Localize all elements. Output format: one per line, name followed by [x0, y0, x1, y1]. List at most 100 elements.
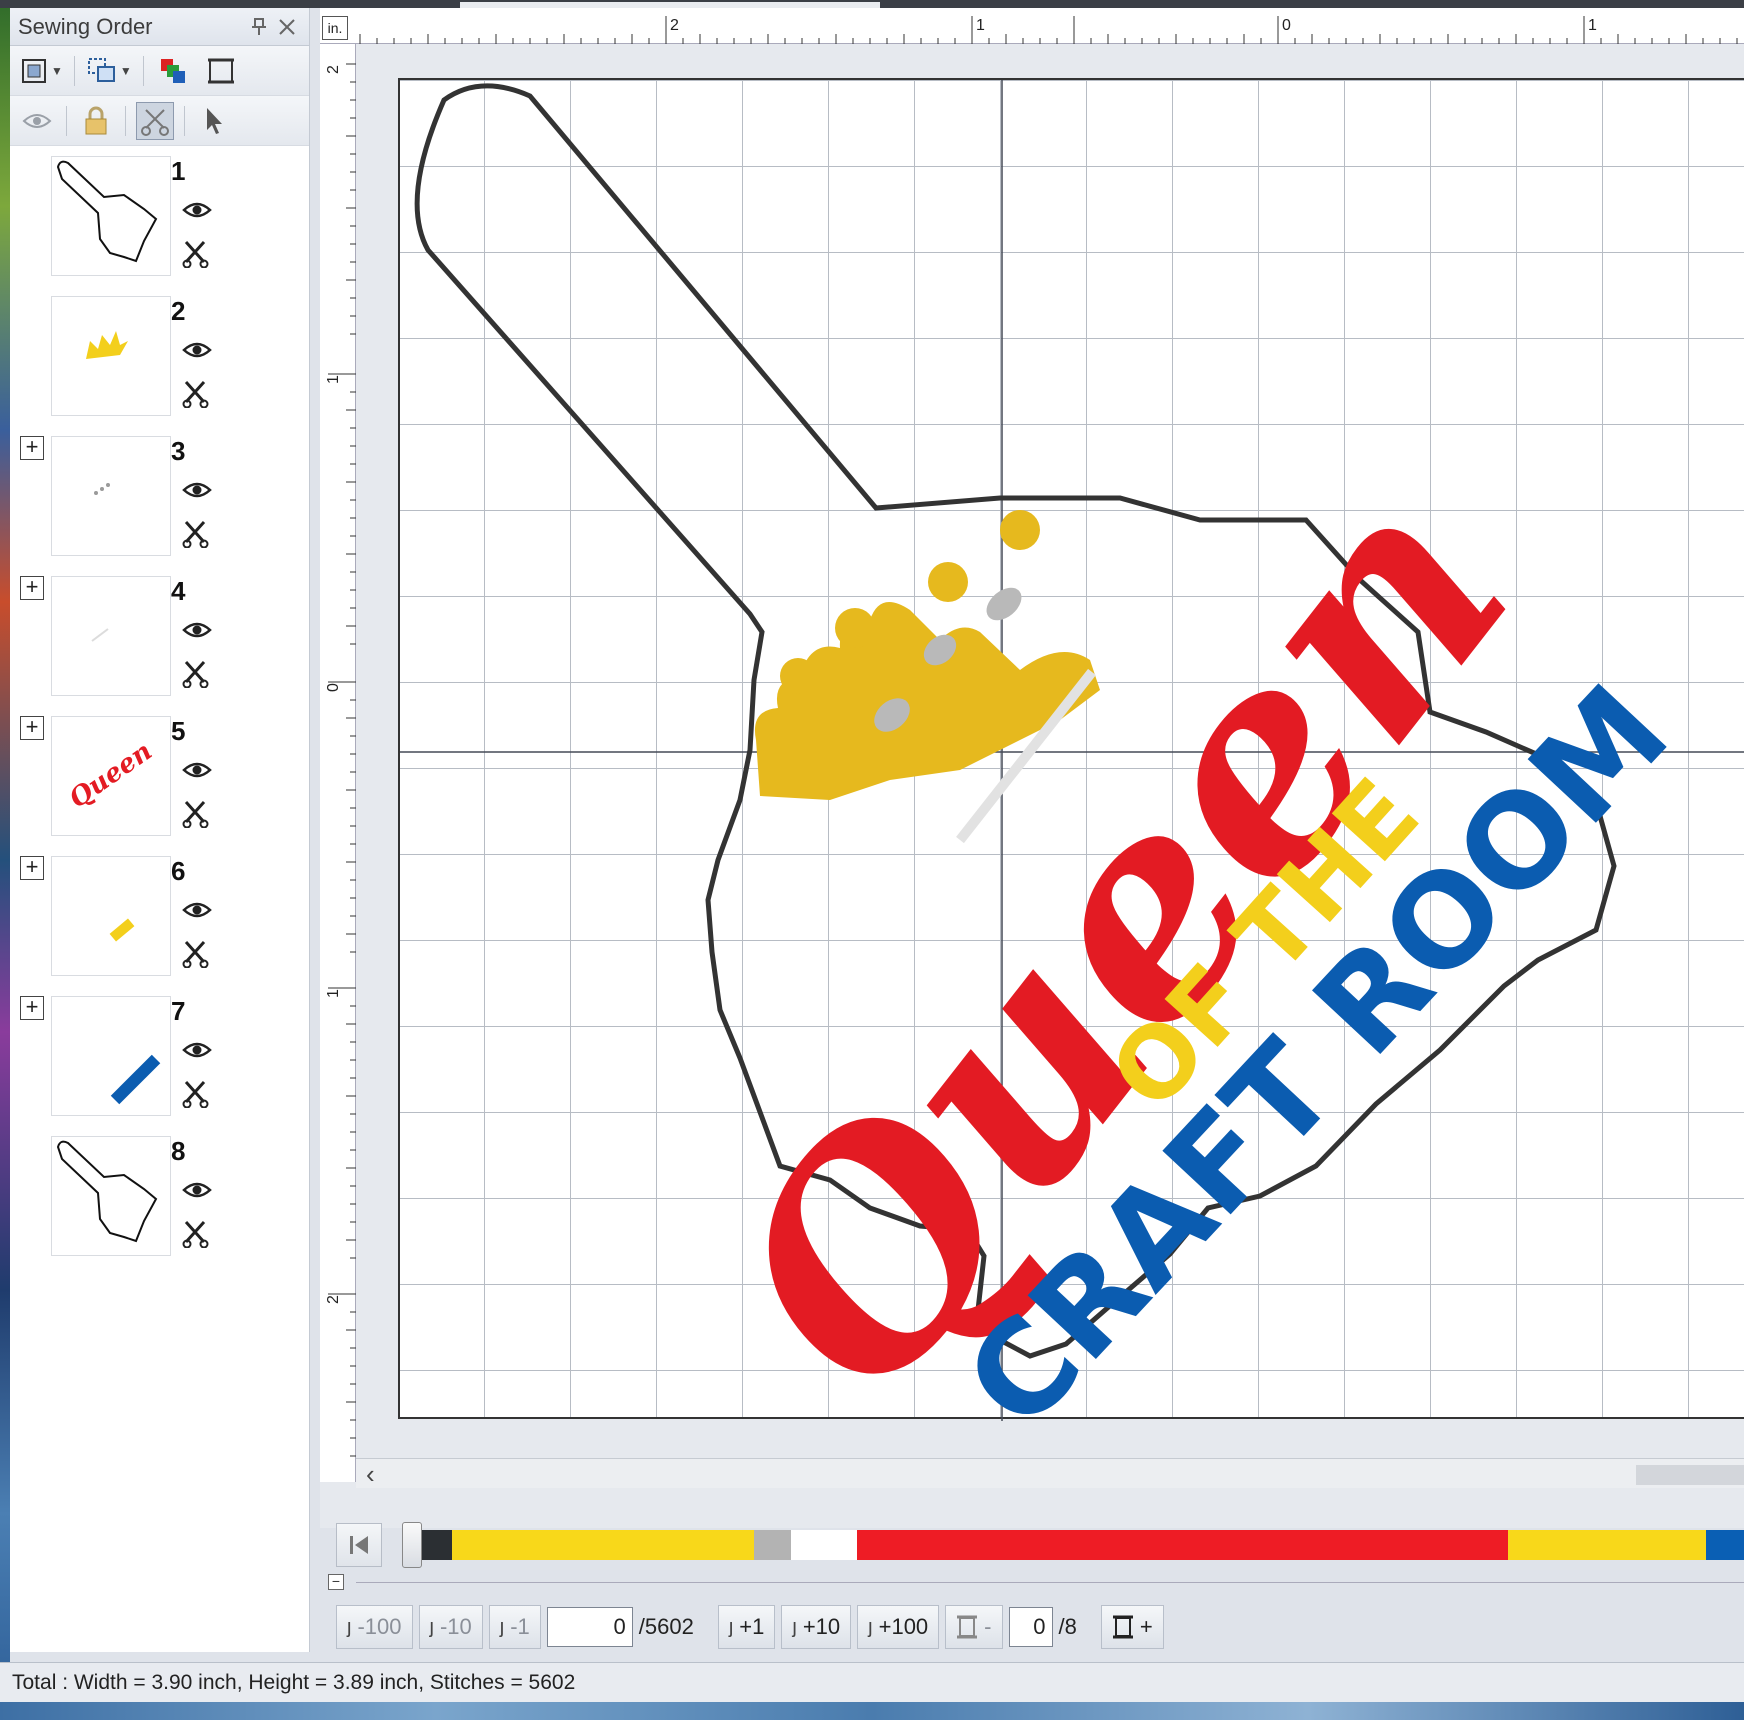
scissors-icon[interactable] [182, 940, 212, 970]
frame-button[interactable] [202, 52, 240, 90]
pointer-icon[interactable] [195, 102, 233, 140]
color-sort-button[interactable] [154, 52, 192, 90]
pin-icon[interactable] [245, 13, 273, 41]
sewing-order-panel: Sewing Order ▼ ▼ 1 2 + 3 + 4 + Queen 5 +… [10, 8, 310, 1652]
color-segment[interactable] [1508, 1530, 1707, 1560]
eye-icon[interactable] [182, 760, 214, 782]
thumbnail[interactable] [51, 1136, 171, 1256]
horizontal-scrollbar[interactable]: ‹ [356, 1458, 1744, 1490]
scissors-icon[interactable] [182, 1080, 212, 1110]
thumbnail[interactable] [51, 156, 171, 276]
eye-icon[interactable] [182, 480, 214, 502]
ruler-label: 1 [1588, 17, 1597, 34]
scissors-icon[interactable] [182, 240, 212, 270]
needle-icon: ȷ [429, 1615, 434, 1638]
toolbar-separator [73, 55, 75, 86]
ruler-top: 2 1 0 1 in. [320, 8, 1744, 44]
panel-toolbar-2 [10, 96, 309, 146]
ruler-label: 0 [325, 683, 342, 692]
color-segment[interactable] [451, 1530, 754, 1560]
ruler-label: 2 [325, 1295, 342, 1304]
needle-icon: ȷ [792, 1615, 797, 1638]
thumbnail[interactable] [51, 996, 171, 1116]
scissors-icon[interactable] [182, 660, 212, 690]
forward-1-button[interactable]: ȷ +1 [717, 1605, 776, 1649]
thumb-text: Queen [64, 736, 158, 814]
color-segment[interactable] [857, 1530, 1509, 1560]
order-item[interactable]: 2 [10, 286, 310, 426]
order-item[interactable]: + 3 [10, 426, 310, 566]
eye-icon[interactable] [182, 1180, 214, 1202]
back-1-button[interactable]: ȷ -1 [488, 1605, 541, 1649]
order-item[interactable]: 8 [10, 1126, 310, 1266]
panel-header: Sewing Order [10, 8, 309, 46]
stitch-position-input[interactable]: 0 [546, 1607, 633, 1647]
design-canvas-area: 2 1 0 1 in. 2 1 0 1 2 Queen OF THE CRAFT… [320, 8, 1744, 1528]
item-number: 3 [171, 436, 186, 466]
expand-icon[interactable]: + [20, 576, 44, 600]
group-objects-button[interactable]: ▼ [85, 52, 133, 90]
scissors-icon[interactable] [182, 520, 212, 550]
thumbnail[interactable] [51, 856, 171, 976]
timeline-divider [356, 1582, 1744, 1583]
window-top-band [0, 0, 1744, 8]
order-item[interactable]: + Queen 5 [10, 706, 310, 846]
order-item[interactable]: + 6 [10, 846, 310, 986]
eye-icon[interactable] [182, 900, 214, 922]
expand-icon[interactable]: + [20, 996, 44, 1020]
scissors-icon[interactable] [182, 380, 212, 410]
forward-10-button[interactable]: ȷ +10 [781, 1605, 852, 1649]
ruler-label: 1 [325, 989, 342, 998]
collapse-icon[interactable]: − [328, 1574, 344, 1590]
scissors-icon[interactable] [182, 800, 212, 830]
color-segment[interactable] [791, 1530, 858, 1560]
back-10-button[interactable]: ȷ -10 [418, 1605, 483, 1649]
scroll-left-icon[interactable]: ‹ [366, 1459, 375, 1490]
order-item[interactable]: + 7 [10, 986, 310, 1126]
forward-100-button[interactable]: ȷ +100 [857, 1605, 940, 1649]
scroll-thumb[interactable] [1636, 1465, 1744, 1485]
go-to-start-button[interactable] [336, 1523, 382, 1567]
thumbnail[interactable]: Queen [51, 716, 171, 836]
eye-icon[interactable] [182, 340, 214, 362]
expand-icon[interactable]: + [20, 856, 44, 880]
close-icon[interactable] [273, 13, 301, 41]
expand-icon[interactable]: + [20, 436, 44, 460]
expand-icon[interactable]: + [20, 716, 44, 740]
ruler-unit-button[interactable]: in. [322, 16, 348, 40]
chevron-down-icon[interactable]: ▼ [51, 64, 63, 78]
color-position-input[interactable]: 0 [1008, 1607, 1053, 1647]
eye-icon[interactable] [182, 200, 214, 222]
eye-icon[interactable] [18, 102, 56, 140]
color-bar[interactable] [414, 1530, 1744, 1560]
next-color-button[interactable]: + [1100, 1605, 1164, 1649]
stitch-slider-handle[interactable] [402, 1522, 422, 1568]
zoom-fit-button[interactable]: ▼ [18, 52, 64, 90]
embroidery-design[interactable]: Queen OF THE CRAFT ROOM [400, 80, 1744, 1457]
scissors-icon[interactable] [136, 101, 174, 140]
spool-icon [1112, 1615, 1133, 1639]
item-number: 7 [171, 996, 186, 1026]
thumbnail[interactable] [51, 296, 171, 416]
back-100-button[interactable]: ȷ -100 [336, 1605, 413, 1649]
status-text: Total : Width = 3.90 inch, Height = 3.89… [12, 1671, 576, 1694]
color-segment[interactable] [753, 1530, 792, 1560]
status-bar: Total : Width = 3.90 inch, Height = 3.89… [0, 1662, 1744, 1702]
needle-icon: ȷ [728, 1615, 734, 1638]
button-label: + [1139, 1614, 1153, 1639]
thumbnail[interactable] [51, 576, 171, 696]
chevron-down-icon[interactable]: ▼ [120, 64, 132, 78]
eye-icon[interactable] [182, 1040, 214, 1062]
design-grid[interactable]: Queen OF THE CRAFT ROOM [398, 78, 1744, 1457]
sewing-order-list: 1 2 + 3 + 4 + Queen 5 + 6 + 7 8 [10, 146, 310, 1266]
previous-color-button[interactable]: - [945, 1605, 1003, 1649]
eye-icon[interactable] [182, 620, 214, 642]
scissors-icon[interactable] [182, 1220, 212, 1250]
button-label: +1 [739, 1614, 765, 1639]
order-item[interactable]: 1 [10, 146, 310, 286]
lock-icon[interactable] [77, 102, 115, 140]
toolbar-separator [125, 105, 126, 136]
order-item[interactable]: + 4 [10, 566, 310, 706]
color-segment[interactable] [1706, 1530, 1744, 1560]
thumbnail[interactable] [51, 436, 171, 556]
